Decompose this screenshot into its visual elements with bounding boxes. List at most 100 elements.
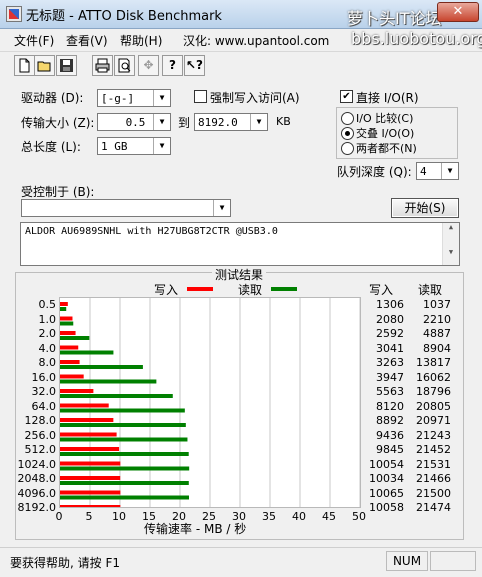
- write-bar: [60, 505, 121, 509]
- read-bar: [60, 437, 188, 442]
- read-bar: [60, 336, 90, 340]
- write-bar: [60, 432, 117, 437]
- transfer-unit: KB: [276, 115, 291, 128]
- controlled-by-label: 受控制于 (B):: [21, 185, 95, 199]
- menu-localization[interactable]: 汉化: www.upantool.com: [183, 32, 329, 49]
- x-tick-label: 50: [352, 510, 366, 523]
- scroll-down-icon[interactable]: ▼: [443, 248, 459, 256]
- transfer-from-value: 0.5: [125, 116, 146, 129]
- close-button[interactable]: ✕: [437, 2, 479, 22]
- read-bar: [60, 321, 74, 326]
- write-value: 8120: [376, 399, 404, 413]
- num-lock-indicator: NUM: [386, 551, 428, 571]
- controlled-by-select[interactable]: ▼: [21, 199, 231, 217]
- legend-read-label: 读取: [238, 283, 263, 297]
- x-tick-label: 5: [85, 510, 93, 523]
- read-value: 21466: [416, 472, 451, 485]
- y-tick-label: 1.0: [38, 312, 57, 326]
- menu-bar: 文件(F) 查看(V) 帮助(H) 汉化: www.upantool.com b…: [0, 29, 482, 51]
- write-value: 3041: [376, 341, 404, 355]
- description-text: ALDOR AU6989SNHL with H27UBG8T2CTR @USB3…: [25, 226, 278, 237]
- force-write-checkbox[interactable]: [194, 90, 207, 103]
- total-length-label: 总长度 (L):: [21, 140, 81, 154]
- x-tick-label: 45: [322, 510, 336, 523]
- chevron-down-icon: ▼: [441, 163, 458, 179]
- save-icon[interactable]: [56, 55, 77, 76]
- read-value: 21531: [416, 457, 451, 471]
- read-value: 21452: [416, 443, 451, 456]
- neither-radio[interactable]: [341, 142, 354, 155]
- context-help-icon[interactable]: ↖?: [184, 55, 205, 76]
- read-value: 20805: [416, 399, 451, 413]
- transfer-to-select[interactable]: 8192.0 ▼: [194, 113, 268, 131]
- queue-depth-select[interactable]: 4 ▼: [416, 162, 459, 180]
- x-tick-label: 10: [112, 510, 126, 523]
- read-bar: [60, 495, 189, 500]
- total-length-value: 1 GB: [101, 140, 128, 153]
- print-preview-icon[interactable]: [114, 55, 135, 76]
- scrollbar[interactable]: ▲ ▼: [442, 223, 459, 265]
- y-tick-label: 8.0: [38, 356, 57, 369]
- new-icon[interactable]: [14, 55, 35, 76]
- description-textarea[interactable]: ALDOR AU6989SNHL with H27UBG8T2CTR @USB3…: [20, 222, 460, 266]
- write-value: 3947: [376, 370, 404, 384]
- y-tick-label: 32.0: [31, 385, 57, 398]
- direct-io-label: 直接 I/O(R): [356, 91, 419, 105]
- y-tick-label: 1024.0: [17, 457, 57, 471]
- y-tick-label: 256.0: [24, 428, 57, 442]
- direct-io-checkbox[interactable]: ✔: [340, 90, 353, 103]
- transfer-from-select[interactable]: 0.5 ▼: [97, 113, 171, 131]
- toolbar: ✥ ? ↖?: [0, 51, 482, 79]
- drive-select[interactable]: [-g-] ▼: [97, 89, 171, 107]
- io-compare-radio[interactable]: [341, 112, 354, 125]
- queue-depth-label: 队列深度 (Q):: [337, 165, 412, 179]
- chevron-down-icon: ▼: [213, 200, 230, 216]
- write-bar: [60, 461, 121, 466]
- overlapped-io-label: 交叠 I/O(O): [356, 127, 415, 140]
- write-value: 2080: [376, 312, 404, 326]
- y-tick-label: 2048.0: [17, 472, 57, 485]
- neither-label: 两者都不(N): [356, 142, 417, 155]
- y-tick-label: 4.0: [38, 341, 57, 355]
- transfer-size-label: 传输大小 (Z):: [21, 116, 95, 130]
- read-value: 18796: [416, 385, 451, 398]
- write-bar: [60, 403, 109, 408]
- scroll-up-icon[interactable]: ▲: [443, 223, 459, 231]
- overlapped-io-radio[interactable]: [341, 127, 354, 140]
- write-value: 1306: [376, 298, 404, 311]
- help-icon[interactable]: ?: [162, 55, 183, 76]
- x-axis-title: 传输速率 - MB / 秒: [144, 522, 247, 536]
- y-tick-label: 128.0: [24, 414, 57, 427]
- chevron-down-icon: ▼: [153, 90, 170, 106]
- drive-label: 驱动器 (D):: [21, 91, 84, 105]
- status-help-text: 要获得帮助, 请按 F1: [10, 556, 120, 570]
- legend-write-label: 写入: [154, 283, 179, 297]
- legend-write-swatch: [187, 287, 213, 291]
- move-icon[interactable]: ✥: [138, 55, 159, 76]
- queue-depth-value: 4: [420, 165, 427, 178]
- x-tick-label: 35: [262, 510, 276, 523]
- write-bar: [60, 490, 121, 495]
- menu-help[interactable]: 帮助(H): [120, 32, 162, 49]
- read-bar: [60, 307, 67, 311]
- write-bar: [60, 302, 68, 306]
- menu-view[interactable]: 查看(V): [66, 32, 108, 49]
- write-value: 9436: [376, 428, 404, 442]
- start-button[interactable]: 开始(S): [391, 198, 459, 218]
- read-value: 8904: [423, 341, 451, 355]
- read-bar: [60, 408, 185, 413]
- print-icon[interactable]: [92, 55, 113, 76]
- title-bar: 无标题 - ATTO Disk Benchmark 萝卜头IT论坛 ✕: [0, 0, 482, 29]
- read-value: 16062: [416, 370, 451, 384]
- write-value: 2592: [376, 327, 404, 340]
- y-tick-label: 0.5: [38, 298, 57, 311]
- open-icon[interactable]: [34, 55, 55, 76]
- write-bar: [60, 418, 114, 422]
- transfer-to-value: 8192.0: [198, 116, 238, 129]
- read-bar: [60, 423, 186, 427]
- write-value: 9845: [376, 443, 404, 456]
- legend-read-swatch: [271, 287, 297, 291]
- total-length-select[interactable]: 1 GB ▼: [97, 137, 171, 155]
- read-value: 21500: [416, 486, 451, 500]
- menu-file[interactable]: 文件(F): [14, 32, 54, 49]
